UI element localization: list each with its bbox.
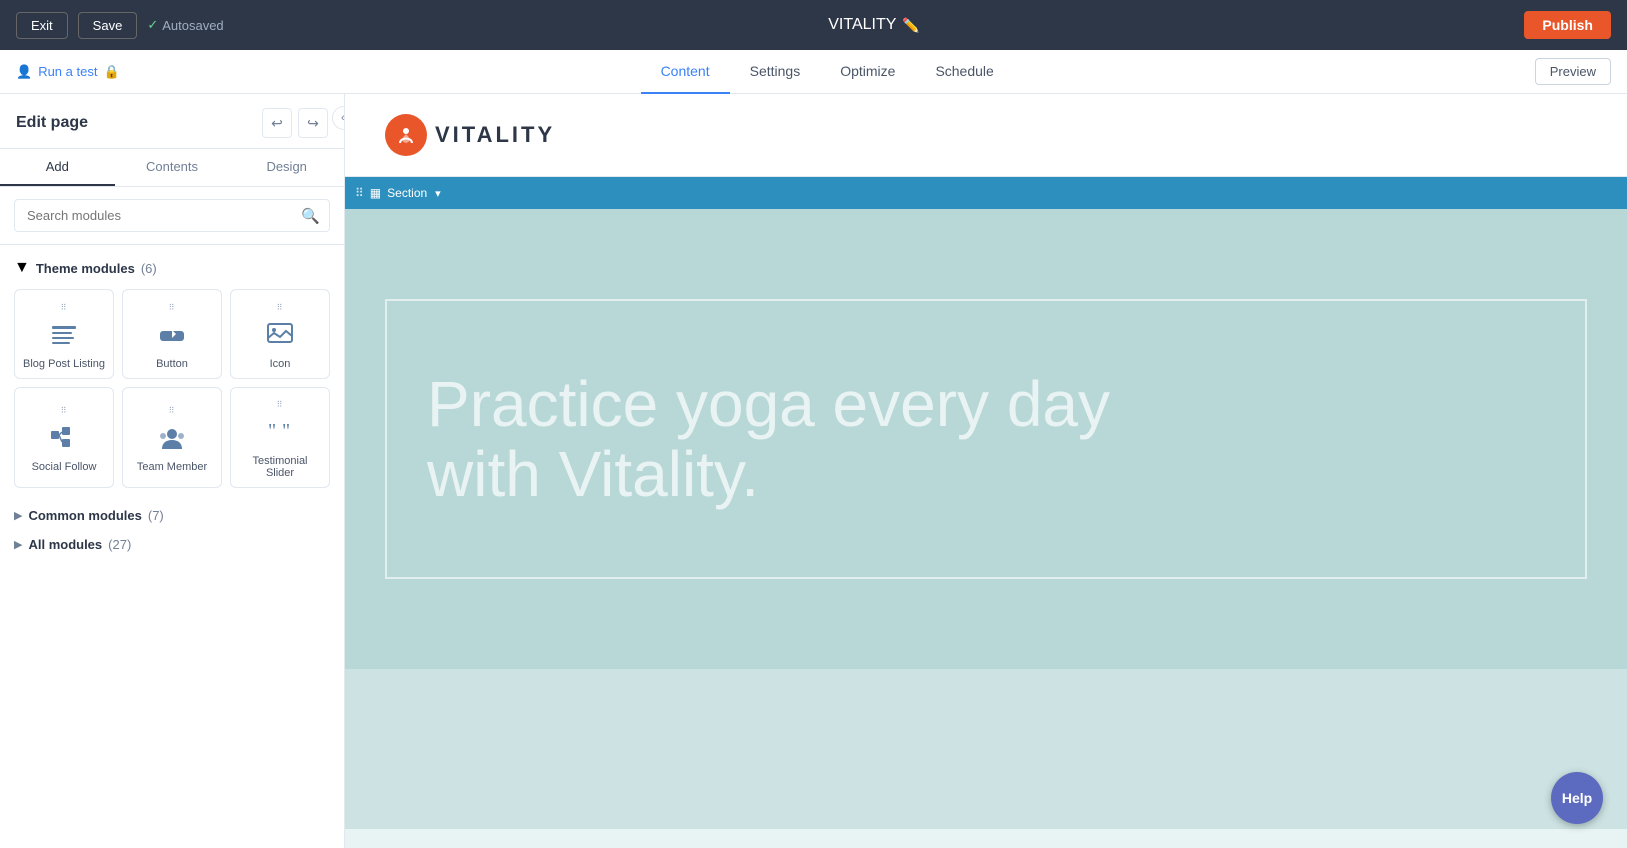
autosaved-text: Autosaved bbox=[162, 18, 223, 33]
module-blog-post-listing[interactable]: ⠿ Blog Post Listing bbox=[14, 289, 114, 379]
tab-schedule[interactable]: Schedule bbox=[915, 50, 1013, 94]
common-modules-label: Common modules bbox=[28, 508, 141, 523]
autosaved-status: ✓ Autosaved bbox=[147, 17, 223, 33]
secondary-bar: 👤 Run a test 🔒 Content Settings Optimize… bbox=[0, 50, 1627, 94]
hero-section: Practice yoga every day with Vitality. bbox=[345, 209, 1627, 669]
button-label: Button bbox=[156, 358, 188, 370]
search-icon: 🔍 bbox=[301, 208, 320, 225]
team-member-label: Team Member bbox=[137, 461, 207, 473]
all-modules-count: (27) bbox=[108, 537, 131, 552]
theme-modules-count: (6) bbox=[141, 261, 157, 276]
search-input-wrap: 🔍 bbox=[14, 199, 330, 232]
top-bar-center: VITALITY ✏️ bbox=[828, 16, 920, 34]
svg-text:": " bbox=[282, 420, 290, 442]
edit-title-icon[interactable]: ✏️ bbox=[902, 17, 919, 34]
blog-post-listing-icon bbox=[48, 320, 80, 352]
drag-handle-social: ⠿ bbox=[61, 406, 68, 415]
top-bar-left: Exit Save ✓ Autosaved bbox=[16, 12, 224, 39]
help-button[interactable]: Help bbox=[1551, 772, 1603, 824]
section-dropdown-icon[interactable]: ▾ bbox=[435, 187, 441, 200]
undo-redo-group: ↩ ↪ bbox=[262, 108, 328, 138]
below-hero bbox=[345, 669, 1627, 829]
all-modules-section: ▶ All modules (27) bbox=[14, 533, 330, 556]
module-button[interactable]: ⠿ Button bbox=[122, 289, 222, 379]
main-tabs: Content Settings Optimize Schedule bbox=[641, 50, 1014, 94]
module-team-member[interactable]: ⠿ Team Member bbox=[122, 387, 222, 488]
edit-page-title: Edit page bbox=[16, 114, 88, 132]
social-follow-label: Social Follow bbox=[32, 461, 97, 473]
section-badge: Section bbox=[387, 186, 427, 200]
drag-handle-testimonial: ⠿ bbox=[277, 400, 284, 409]
module-social-follow[interactable]: ⠿ Social Follow bbox=[14, 387, 114, 488]
theme-modules-title: Theme modules bbox=[36, 261, 135, 276]
left-panel-header: Edit page ↩ ↪ bbox=[0, 94, 344, 149]
logo-circle bbox=[385, 114, 427, 156]
content-area: VITALITY ⠿ ▦ Section ▾ Practice yoga eve… bbox=[345, 94, 1627, 848]
top-bar: Exit Save ✓ Autosaved VITALITY ✏️ Publis… bbox=[0, 0, 1627, 50]
search-icon-button[interactable]: 🔍 bbox=[301, 207, 320, 225]
tab-settings[interactable]: Settings bbox=[730, 50, 821, 94]
module-icon[interactable]: ⠿ Icon bbox=[230, 289, 330, 379]
run-test-label: Run a test bbox=[38, 64, 97, 79]
common-modules-header[interactable]: ▶ Common modules (7) bbox=[14, 504, 330, 527]
svg-text:": " bbox=[268, 420, 276, 442]
all-modules-header[interactable]: ▶ All modules (27) bbox=[14, 533, 330, 556]
module-testimonial-slider[interactable]: ⠿ " " Testimonial Slider bbox=[230, 387, 330, 488]
testimonial-slider-label: Testimonial Slider bbox=[239, 455, 321, 479]
logo-bar: VITALITY bbox=[345, 94, 1627, 177]
blog-post-listing-label: Blog Post Listing bbox=[23, 358, 105, 370]
redo-button[interactable]: ↪ bbox=[298, 108, 328, 138]
autosaved-check-icon: ✓ bbox=[147, 17, 158, 33]
section-grid-icon: ⠿ bbox=[355, 186, 364, 200]
undo-button[interactable]: ↩ bbox=[262, 108, 292, 138]
run-test-icon: 👤 bbox=[16, 64, 32, 80]
drag-handle-blog: ⠿ bbox=[61, 303, 68, 312]
panel-tab-add[interactable]: Add bbox=[0, 149, 115, 186]
common-modules-count: (7) bbox=[148, 508, 164, 523]
left-panel: Edit page ↩ ↪ « Add Contents Design 🔍 bbox=[0, 94, 345, 848]
lock-icon: 🔒 bbox=[103, 64, 119, 80]
run-test-link[interactable]: 👤 Run a test 🔒 bbox=[16, 64, 120, 80]
drag-handle-team: ⠿ bbox=[169, 406, 176, 415]
panel-tab-design[interactable]: Design bbox=[229, 149, 344, 186]
publish-button[interactable]: Publish bbox=[1524, 11, 1611, 39]
search-area: 🔍 bbox=[0, 187, 344, 245]
section-layout-icon: ▦ bbox=[370, 186, 381, 200]
social-follow-icon bbox=[48, 423, 80, 455]
search-input[interactable] bbox=[14, 199, 330, 232]
panel-tabs: Add Contents Design bbox=[0, 149, 344, 187]
common-modules-section: ▶ Common modules (7) bbox=[14, 504, 330, 527]
modules-area: ▼ Theme modules (6) ⠿ bbox=[0, 245, 344, 576]
exit-button[interactable]: Exit bbox=[16, 12, 68, 39]
all-modules-chevron-icon: ▶ bbox=[14, 538, 22, 551]
hero-text: Practice yoga every day with Vitality. bbox=[427, 369, 1227, 510]
top-bar-right: Publish bbox=[1524, 11, 1611, 39]
preview-button[interactable]: Preview bbox=[1535, 58, 1611, 85]
drag-handle-icon: ⠿ bbox=[277, 303, 284, 312]
team-member-icon bbox=[156, 423, 188, 455]
main-layout: Edit page ↩ ↪ « Add Contents Design 🔍 bbox=[0, 94, 1627, 848]
theme-modules-header[interactable]: ▼ Theme modules (6) bbox=[14, 259, 330, 277]
theme-modules-chevron: ▼ bbox=[14, 259, 30, 277]
hero-inner: Practice yoga every day with Vitality. bbox=[385, 299, 1587, 579]
section-toolbar: ⠿ ▦ Section ▾ bbox=[345, 177, 1627, 209]
testimonial-slider-icon: " " bbox=[264, 417, 296, 449]
all-modules-label: All modules bbox=[28, 537, 102, 552]
tab-optimize[interactable]: Optimize bbox=[820, 50, 915, 94]
theme-modules-grid: ⠿ Blog Post Listing ⠿ bbox=[14, 289, 330, 488]
save-button[interactable]: Save bbox=[78, 12, 138, 39]
page-title: VITALITY bbox=[828, 16, 896, 34]
panel-tab-contents[interactable]: Contents bbox=[115, 149, 230, 186]
tab-content[interactable]: Content bbox=[641, 50, 730, 94]
common-modules-chevron-icon: ▶ bbox=[14, 509, 22, 522]
icon-module-icon bbox=[264, 320, 296, 352]
icon-module-label: Icon bbox=[270, 358, 291, 370]
button-icon bbox=[156, 320, 188, 352]
logo-text: VITALITY bbox=[435, 122, 555, 148]
drag-handle-button: ⠿ bbox=[169, 303, 176, 312]
